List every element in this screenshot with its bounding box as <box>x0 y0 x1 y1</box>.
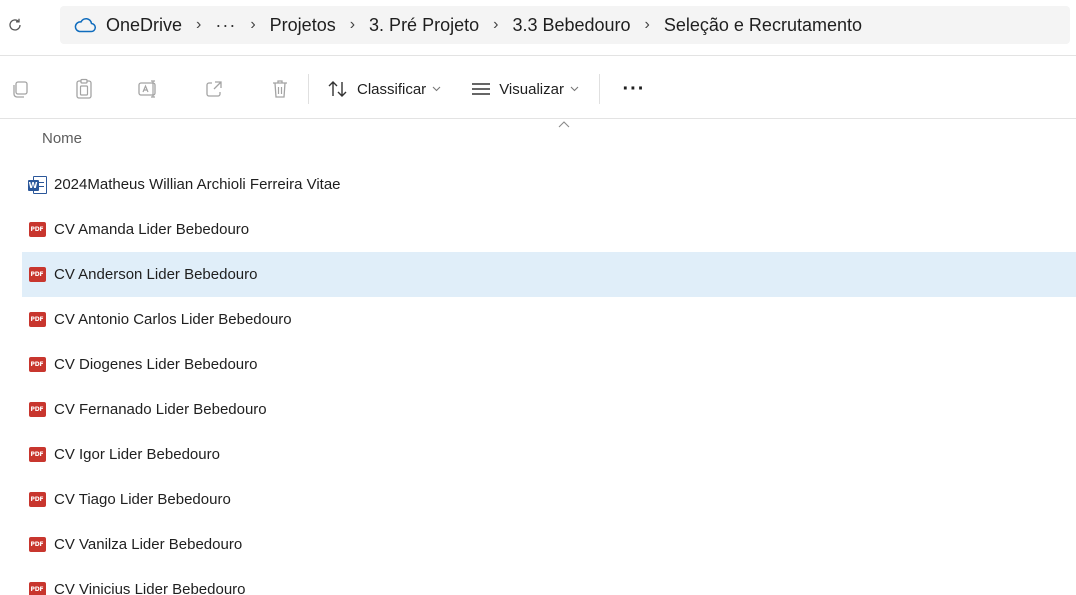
breadcrumb-ellipsis[interactable]: ··· <box>215 15 236 36</box>
breadcrumb-item-bebedouro[interactable]: 3.3 Bebedouro <box>512 15 630 36</box>
file-explorer-window: OneDrive › ··· › Projetos › 3. Pré Proje… <box>0 0 1076 595</box>
breadcrumb-root-label: OneDrive <box>106 14 183 35</box>
paste-button[interactable] <box>66 70 102 108</box>
cloud-icon <box>74 17 96 33</box>
file-name: CV Antonio Carlos Lider Bebedouro <box>54 311 292 328</box>
breadcrumb-item-pre-projeto[interactable]: 3. Pré Projeto <box>369 15 479 36</box>
list-item[interactable]: PDF CV Diogenes Lider Bebedouro <box>22 342 1076 387</box>
pdf-icon: PDF <box>26 219 48 241</box>
toolbar-separator <box>598 74 600 104</box>
file-name: CV Diogenes Lider Bebedouro <box>54 356 258 373</box>
sort-label: Classificar <box>357 80 427 98</box>
view-button[interactable]: Visualizar <box>463 70 587 108</box>
pdf-icon: PDF <box>26 444 48 466</box>
chevron-down-icon <box>570 86 579 92</box>
share-icon <box>206 81 222 97</box>
file-name: CV Fernanado Lider Bebedouro <box>54 401 267 418</box>
delete-button[interactable] <box>262 70 298 108</box>
pdf-icon: PDF <box>26 264 48 286</box>
command-bar: Classificar Visualizar ··· <box>0 66 1076 112</box>
breadcrumb-separator: › <box>250 16 256 33</box>
file-list: W 2024Matheus Willian Archioli Ferreira V… <box>0 162 1076 595</box>
more-options-button[interactable]: ··· <box>614 70 654 108</box>
file-name: CV Anderson Lider Bebedouro <box>54 266 258 283</box>
list-item[interactable]: PDF CV Tiago Lider Bebedouro <box>22 477 1076 522</box>
breadcrumb: OneDrive › ··· › Projetos › 3. Pré Proje… <box>60 6 1070 44</box>
file-name: CV Vinicius Lider Bebedouro <box>54 581 246 595</box>
breadcrumb-separator: › <box>196 16 202 33</box>
column-header-name[interactable]: Nome <box>42 130 82 147</box>
copy-icon <box>13 81 28 98</box>
pdf-icon: PDF <box>26 354 48 376</box>
pdf-icon: PDF <box>26 579 48 595</box>
file-name: CV Tiago Lider Bebedouro <box>54 491 231 508</box>
pdf-icon: PDF <box>26 399 48 421</box>
pdf-icon: PDF <box>26 489 48 511</box>
list-item[interactable]: PDF CV Antonio Carlos Lider Bebedouro <box>22 297 1076 342</box>
refresh-icon[interactable] <box>4 14 26 36</box>
file-name: 2024Matheus Willian Archioli Ferreira Vi… <box>54 176 341 193</box>
breadcrumb-item-selecao-recrutamento[interactable]: Seleção e Recrutamento <box>664 15 862 36</box>
sort-button[interactable]: Classificar <box>319 70 449 108</box>
sort-ascending-icon <box>558 121 570 128</box>
file-name: CV Amanda Lider Bebedouro <box>54 221 250 238</box>
divider <box>0 55 1076 56</box>
toolbar-separator <box>308 74 309 104</box>
breadcrumb-separator: › <box>644 16 650 33</box>
pdf-icon: PDF <box>26 309 48 331</box>
list-item[interactable]: PDF CV Fernanado Lider Bebedouro <box>22 387 1076 432</box>
list-item[interactable]: PDF CV Igor Lider Bebedouro <box>22 432 1076 477</box>
pdf-icon: PDF <box>26 534 48 556</box>
clipboard-icon <box>76 78 92 99</box>
copy-button[interactable] <box>2 70 38 108</box>
breadcrumb-separator: › <box>493 16 499 33</box>
view-label: Visualizar <box>499 80 564 98</box>
rename-button[interactable] <box>130 70 166 108</box>
breadcrumb-item-projetos[interactable]: Projetos <box>270 15 336 36</box>
column-header-row: Nome <box>0 118 1076 160</box>
breadcrumb-root-onedrive[interactable]: OneDrive <box>74 15 182 36</box>
list-item[interactable]: PDF CV Anderson Lider Bebedouro <box>22 252 1076 297</box>
list-item[interactable]: PDF CV Amanda Lider Bebedouro <box>22 207 1076 252</box>
sort-icon <box>328 81 347 97</box>
list-view-icon <box>472 83 491 95</box>
file-name: CV Vanilza Lider Bebedouro <box>54 536 243 553</box>
word-doc-icon: W <box>26 174 48 196</box>
rename-icon <box>138 80 156 98</box>
list-item[interactable]: W 2024Matheus Willian Archioli Ferreira V… <box>22 162 1076 207</box>
breadcrumb-separator: › <box>349 16 356 33</box>
trash-icon <box>273 80 287 98</box>
list-item[interactable]: PDF CV Vinicius Lider Bebedouro <box>22 567 1076 595</box>
address-bar: OneDrive › ··· › Projetos › 3. Pré Proje… <box>0 0 1076 50</box>
chevron-down-icon <box>432 86 441 92</box>
list-item[interactable]: PDF CV Vanilza Lider Bebedouro <box>22 522 1076 567</box>
share-button[interactable] <box>196 70 232 108</box>
file-name: CV Igor Lider Bebedouro <box>54 446 220 463</box>
